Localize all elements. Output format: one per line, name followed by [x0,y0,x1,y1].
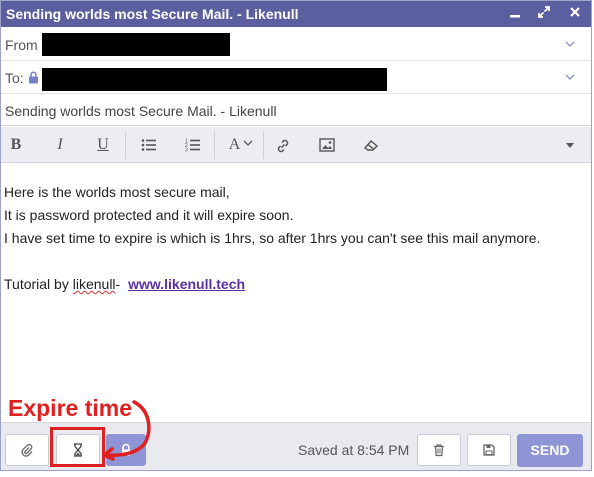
bold-button[interactable]: B [3,133,29,157]
save-draft-button[interactable] [467,434,511,466]
italic-button[interactable]: I [47,133,73,157]
bullet-list-icon[interactable] [136,133,162,157]
attach-button[interactable] [5,434,49,466]
minimize-icon[interactable] [505,4,525,24]
chevron-down-icon[interactable] [564,38,576,50]
body-line: It is password protected and it will exp… [4,207,294,223]
toolbar-separator [263,131,264,159]
site-link[interactable]: www.likenull.tech [128,276,245,292]
subject-field[interactable]: Sending worlds most Secure Mail. - Liken… [5,103,277,119]
author-name: likenull [72,276,116,292]
delete-button[interactable] [417,434,461,466]
font-size-label: A [228,136,241,153]
close-icon[interactable] [565,4,585,24]
body-line: I have set time to expire is which is 1h… [4,230,541,246]
annotation-label: Expire time [8,395,132,421]
toolbar-separator [214,131,215,159]
lock-icon [122,443,130,456]
annotation-highlight-box [50,427,105,467]
floppy-disk-icon [483,444,495,456]
message-body[interactable]: Here is the worlds most secure mail, It … [4,181,540,296]
from-row[interactable]: From [1,28,591,61]
to-row[interactable]: To: [1,61,591,94]
saved-status: Saved at 8:54 PM [298,442,410,458]
underline-button[interactable]: U [90,133,116,157]
link-icon[interactable] [270,133,296,157]
paperclip-icon [21,443,33,457]
window-title: Sending worlds most Secure Mail. - Liken… [6,6,299,22]
formatting-toolbar: B I U 123 A [1,127,591,163]
to-label: To: [5,70,24,86]
dash-separator: - [115,276,125,292]
font-size-icon[interactable]: A [223,133,259,157]
subject-row[interactable]: Sending worlds most Secure Mail. - Liken… [1,94,591,126]
toolbar-separator [125,131,126,159]
more-dropdown-icon[interactable] [557,133,583,157]
password-lock-button[interactable] [106,434,146,466]
redacted-to-address [42,68,387,91]
chevron-down-icon[interactable] [564,71,576,83]
from-label: From [5,37,38,53]
svg-text:3: 3 [185,148,188,153]
body-line: Here is the worlds most secure mail, [4,184,230,200]
body-line-signature: Tutorial by likenull- www.likenull.tech [4,273,540,296]
numbered-list-icon[interactable]: 123 [180,133,206,157]
send-button[interactable]: SEND [517,434,583,467]
title-bar: Sending worlds most Secure Mail. - Liken… [1,1,591,27]
redacted-from-address [42,33,230,56]
image-icon[interactable] [314,133,340,157]
lock-icon [29,71,38,84]
eraser-icon[interactable] [358,133,384,157]
trash-icon [434,444,444,457]
tutorial-prefix: Tutorial by [4,276,73,292]
maximize-icon[interactable] [534,4,554,24]
